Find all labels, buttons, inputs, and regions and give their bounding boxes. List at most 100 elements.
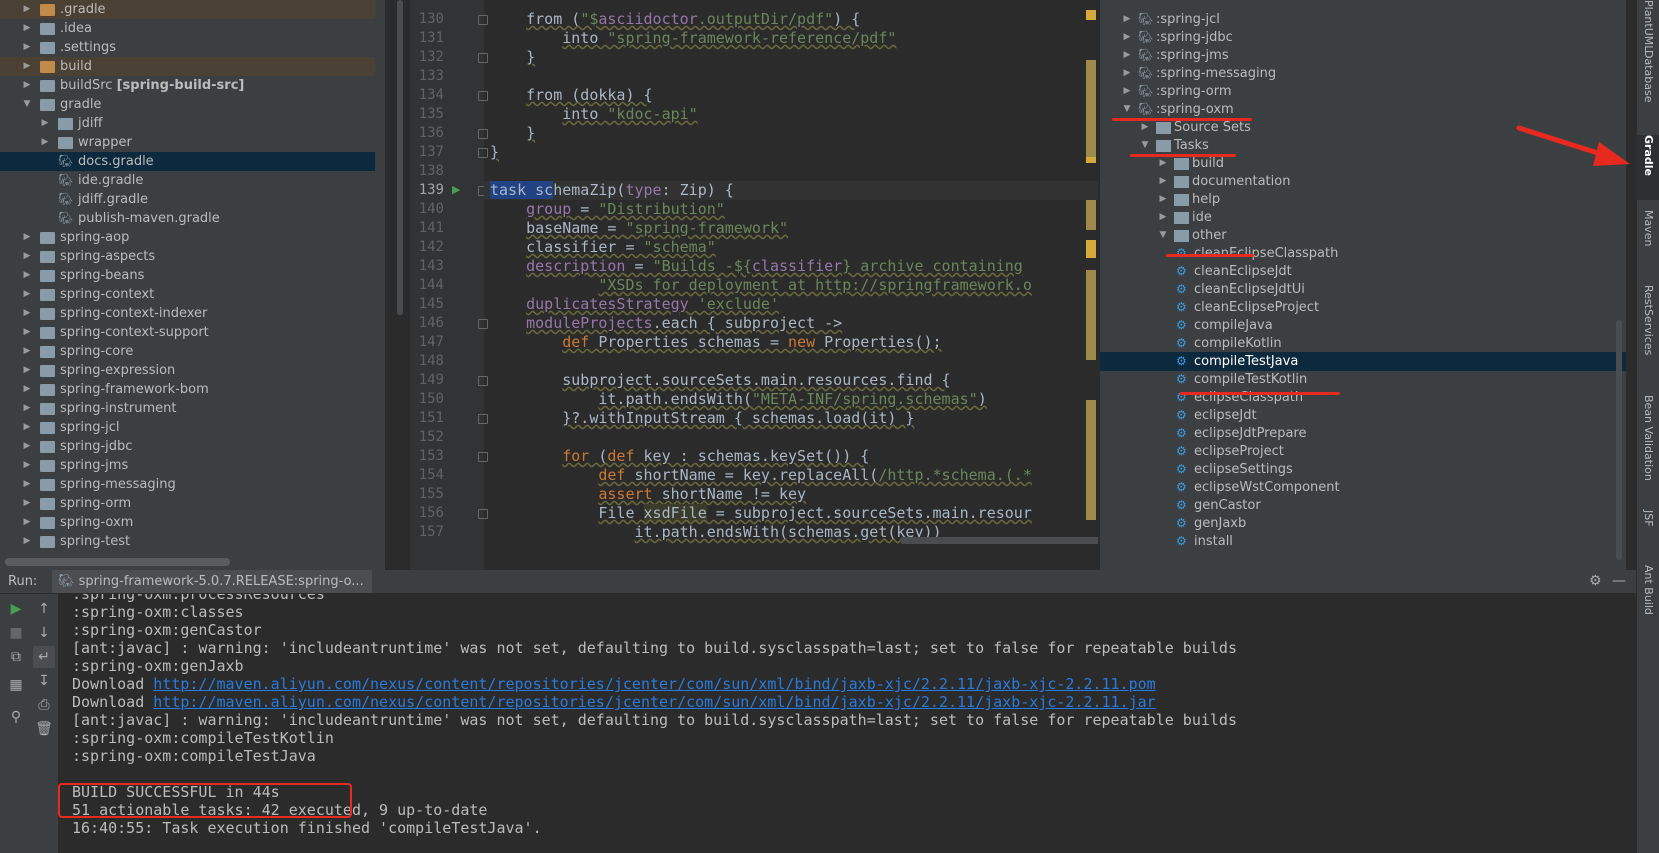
right-tab[interactable]: Maven bbox=[1637, 210, 1659, 270]
chevron-right-icon[interactable]: ▶ bbox=[22, 399, 32, 418]
gradle-tree-item[interactable]: ⚙ genCastor bbox=[1100, 496, 1626, 515]
project-tree-item[interactable]: ▶ spring-test bbox=[0, 532, 375, 551]
project-tree-item[interactable]: ▼ gradle bbox=[0, 95, 375, 114]
chevron-right-icon[interactable]: ▶ bbox=[40, 114, 50, 133]
chevron-right-icon[interactable]: ▶ bbox=[22, 285, 32, 304]
code-editor[interactable]: 130 131 132 133 134 135 136 137 138 139 140 141 142 1… bbox=[410, 0, 1098, 570]
chevron-right-icon[interactable]: ▶ bbox=[22, 19, 32, 38]
run-tab[interactable]: 🐘︎ spring-framework-5.0.7.RELEASE:spring… bbox=[52, 570, 372, 593]
chevron-right-icon[interactable]: ▶ bbox=[1122, 82, 1132, 101]
fold-marker-icon[interactable] bbox=[478, 452, 488, 462]
chevron-right-icon[interactable]: ▶ bbox=[22, 380, 32, 399]
fold-marker-icon[interactable] bbox=[478, 148, 488, 158]
gradle-tree-item[interactable]: ⚙ eclipseSettings bbox=[1100, 460, 1626, 479]
rerun-icon[interactable]: ▶ bbox=[5, 598, 27, 620]
project-tree-item[interactable]: ▶ spring-context-indexer bbox=[0, 304, 375, 323]
gradle-tree-item[interactable]: ⚙ compileTestKotlin bbox=[1100, 370, 1626, 389]
gradle-tree-item[interactable]: ▶ 🐘︎:spring-jms bbox=[1100, 46, 1626, 65]
gradle-tree-item[interactable]: ▶ help bbox=[1100, 190, 1626, 209]
chevron-right-icon[interactable]: ▶ bbox=[22, 247, 32, 266]
scroll-down-icon[interactable]: ↓ bbox=[33, 622, 55, 644]
project-tree-item[interactable]: ▶ spring-beans bbox=[0, 266, 375, 285]
gradle-tree-item[interactable]: ⚙ install bbox=[1100, 532, 1626, 551]
chevron-right-icon[interactable]: ▶ bbox=[40, 133, 50, 152]
gradle-tree-item[interactable]: ▶ 🐘︎:spring-jcl bbox=[1100, 10, 1626, 29]
project-horizontal-scrollbar[interactable] bbox=[5, 558, 230, 566]
chevron-right-icon[interactable]: ▶ bbox=[22, 0, 32, 19]
chevron-right-icon[interactable]: ▶ bbox=[22, 266, 32, 285]
right-tab[interactable]: Bean Validation bbox=[1637, 395, 1659, 495]
gradle-tree-item[interactable]: ⚙ cleanEclipseJdt bbox=[1100, 262, 1626, 281]
project-tree-item[interactable]: 🐘︎ docs.gradle bbox=[0, 152, 375, 171]
chevron-right-icon[interactable]: ▶ bbox=[1122, 64, 1132, 83]
chevron-right-icon[interactable]: ▶ bbox=[1122, 28, 1132, 47]
gradle-tree-item[interactable]: ⚙ eclipseJdt bbox=[1100, 406, 1626, 425]
soft-wrap-icon[interactable]: ↵ bbox=[33, 646, 55, 668]
restore-layout-icon[interactable]: ⧉ bbox=[5, 646, 27, 668]
gradle-tree-item[interactable]: ⚙ eclipseWstComponent bbox=[1100, 478, 1626, 497]
right-tab[interactable]: Database bbox=[1637, 50, 1659, 125]
project-tree-item[interactable]: ▶ spring-messaging bbox=[0, 475, 375, 494]
chevron-right-icon[interactable]: ▶ bbox=[1122, 46, 1132, 65]
fold-marker-icon[interactable] bbox=[478, 129, 488, 139]
download-link[interactable]: http://maven.aliyun.com/nexus/content/re… bbox=[153, 693, 1155, 711]
chevron-right-icon[interactable]: ▶ bbox=[22, 532, 32, 551]
chevron-down-icon[interactable]: ▼ bbox=[22, 95, 32, 114]
gradle-tree-item[interactable]: ▶ ide bbox=[1100, 208, 1626, 227]
project-tree-item[interactable]: ▶ .gradle bbox=[0, 0, 375, 19]
pin-icon[interactable]: ⚲ bbox=[5, 706, 27, 728]
run-gutter-icon[interactable]: ▶ bbox=[452, 183, 460, 196]
chevron-right-icon[interactable]: ▶ bbox=[22, 57, 32, 76]
settings-gear-icon[interactable]: ⚙ bbox=[1589, 570, 1602, 593]
chevron-right-icon[interactable]: ▶ bbox=[1158, 190, 1168, 209]
right-tab[interactable]: Gradle bbox=[1637, 135, 1659, 200]
gradle-tree-item[interactable]: ⚙ compileKotlin bbox=[1100, 334, 1626, 353]
project-tree-item[interactable]: ▶ spring-orm bbox=[0, 494, 375, 513]
chevron-right-icon[interactable]: ▶ bbox=[22, 513, 32, 532]
gradle-tree-item[interactable]: ⚙ compileTestJava bbox=[1100, 352, 1626, 371]
chevron-right-icon[interactable]: ▶ bbox=[22, 323, 32, 342]
chevron-right-icon[interactable]: ▶ bbox=[1122, 10, 1132, 29]
scroll-to-end-icon[interactable]: ↧ bbox=[33, 670, 55, 692]
right-tab[interactable]: RestServices bbox=[1637, 285, 1659, 380]
fold-marker-icon[interactable] bbox=[478, 376, 488, 386]
stop-icon[interactable]: ■ bbox=[5, 622, 27, 644]
project-tree-item[interactable]: ▶ spring-aspects bbox=[0, 247, 375, 266]
project-tree-item[interactable]: ▶ build bbox=[0, 57, 375, 76]
chevron-right-icon[interactable]: ▶ bbox=[1158, 172, 1168, 191]
gradle-tree-item[interactable]: ⚙ cleanEclipseProject bbox=[1100, 298, 1626, 317]
right-tab[interactable]: PlantUML bbox=[1637, 0, 1659, 51]
gradle-tree-item[interactable]: ⚙ compileJava bbox=[1100, 316, 1626, 335]
project-tree-item[interactable]: ▶ spring-context-support bbox=[0, 323, 375, 342]
project-tree-item[interactable]: ▶ .idea bbox=[0, 19, 375, 38]
gradle-tree-item[interactable]: ▶ 🐘︎:spring-orm bbox=[1100, 82, 1626, 101]
chevron-down-icon[interactable]: ▼ bbox=[1158, 226, 1168, 245]
project-tree-item[interactable]: ▶ spring-instrument bbox=[0, 399, 375, 418]
minimize-icon[interactable]: — bbox=[1612, 570, 1626, 593]
layout-icon[interactable]: ▦ bbox=[5, 674, 27, 696]
project-tree-item[interactable]: ▶ spring-jms bbox=[0, 456, 375, 475]
fold-marker-icon[interactable] bbox=[478, 15, 488, 25]
fold-marker-icon[interactable] bbox=[478, 91, 488, 101]
chevron-down-icon[interactable]: ▼ bbox=[1122, 100, 1132, 119]
project-tree-item[interactable]: ▶ spring-jcl bbox=[0, 418, 375, 437]
chevron-right-icon[interactable]: ▶ bbox=[22, 342, 32, 361]
project-tree-item[interactable]: ▶ spring-jdbc bbox=[0, 437, 375, 456]
project-tree-item[interactable]: ▶ spring-context bbox=[0, 285, 375, 304]
gradle-tree-item[interactable]: ⚙ eclipseJdtPrepare bbox=[1100, 424, 1626, 443]
print-icon[interactable]: ⎙ bbox=[33, 694, 55, 716]
project-tree-item[interactable]: 🐘︎ ide.gradle bbox=[0, 171, 375, 190]
project-tree-item[interactable]: 🐘︎ jdiff.gradle bbox=[0, 190, 375, 209]
chevron-right-icon[interactable]: ▶ bbox=[22, 361, 32, 380]
gradle-tree-item[interactable]: ▼ other bbox=[1100, 226, 1626, 245]
fold-marker-icon[interactable] bbox=[478, 53, 488, 63]
gradle-tree-item[interactable]: ⚙ eclipseProject bbox=[1100, 442, 1626, 461]
project-tree-item[interactable]: ▶ .settings bbox=[0, 38, 375, 57]
gradle-vertical-scrollbar[interactable] bbox=[1616, 320, 1622, 560]
project-tree-item[interactable]: ▶ spring-expression bbox=[0, 361, 375, 380]
chevron-right-icon[interactable]: ▶ bbox=[22, 475, 32, 494]
download-link[interactable]: http://maven.aliyun.com/nexus/content/re… bbox=[153, 675, 1155, 693]
fold-marker-icon[interactable] bbox=[478, 414, 488, 424]
chevron-right-icon[interactable]: ▶ bbox=[22, 437, 32, 456]
project-tree-item[interactable]: ▶ jdiff bbox=[0, 114, 375, 133]
